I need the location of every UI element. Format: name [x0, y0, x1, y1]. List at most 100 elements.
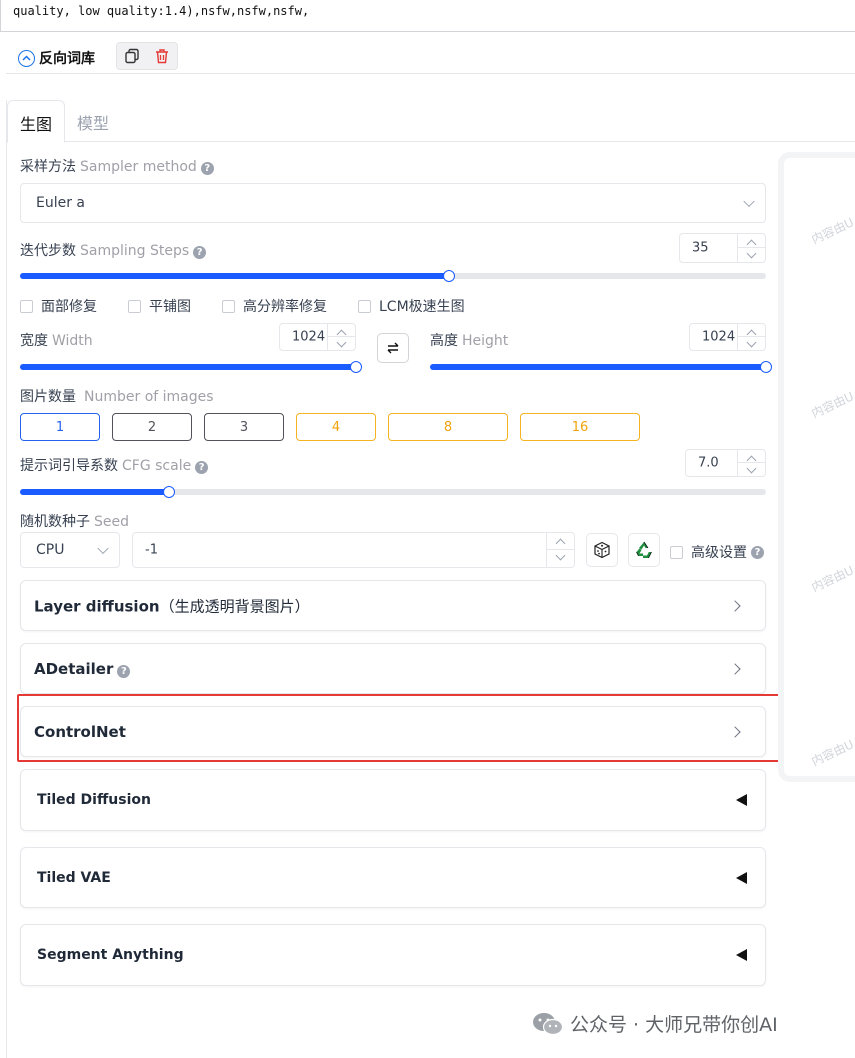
- help-icon[interactable]: ?: [117, 664, 131, 678]
- checkbox[interactable]: [222, 299, 235, 313]
- copy-icon[interactable]: [124, 48, 140, 64]
- width-slider-thumb[interactable]: [350, 361, 362, 373]
- output-preview-card: 内容由U 内容由U 内容由U 内容由U: [778, 152, 855, 782]
- accordion-title: Tiled Diffusion: [37, 792, 151, 808]
- width-stepper[interactable]: [327, 324, 356, 350]
- tab-strip: 生图 模型: [7, 100, 855, 143]
- triangle-left-icon: [736, 794, 747, 806]
- steps-stepper[interactable]: [737, 234, 766, 262]
- height-label: 高度 Height: [430, 330, 508, 350]
- swap-dimensions-button[interactable]: [377, 333, 409, 363]
- accordion-title-main: ADetailer: [34, 659, 114, 678]
- steps-label: 迭代步数 Sampling Steps?: [20, 240, 207, 260]
- width-input[interactable]: 1024: [279, 323, 356, 351]
- image-count-option[interactable]: 2: [112, 413, 192, 441]
- image-count-label-zh: 图片数量: [20, 389, 76, 405]
- prompt-textarea[interactable]: quality, low quality:1.4),nsfw,nsfw,nsfw…: [0, 0, 855, 32]
- steps-slider-thumb[interactable]: [442, 270, 455, 282]
- help-icon[interactable]: ?: [195, 461, 209, 474]
- seed-label-en: Seed: [94, 514, 129, 530]
- height-input[interactable]: 1024: [689, 323, 766, 351]
- accordion-tiled-diffusion[interactable]: Tiled Diffusion: [20, 769, 766, 831]
- steps-label-en: Sampling Steps: [80, 243, 190, 259]
- seed-label-zh: 随机数种子: [20, 514, 90, 530]
- recycle-icon: [636, 541, 652, 559]
- chevron-up-icon: [18, 49, 35, 67]
- checkbox[interactable]: [128, 299, 141, 313]
- width-slider[interactable]: [20, 361, 362, 373]
- triangle-left-icon: [736, 949, 747, 961]
- reverse-prompt-label: 反向词库: [39, 51, 95, 67]
- height-slider[interactable]: [430, 361, 772, 373]
- accordion-title: Segment Anything: [37, 947, 184, 963]
- height-stepper[interactable]: [737, 324, 766, 350]
- sampler-value: Euler a: [36, 195, 86, 211]
- image-count-option[interactable]: 1: [20, 413, 100, 441]
- checkbox[interactable]: [670, 545, 683, 559]
- cfg-label: 提示词引导系数 CFG scale?: [20, 455, 209, 475]
- generation-panel: 生图 模型 采样方法 Sampler method? Euler a 迭代步数 Sa…: [6, 100, 855, 1058]
- seed-device-value: CPU: [36, 542, 65, 558]
- width-slider-fill: [20, 364, 356, 370]
- image-count-label-en: Number of images: [84, 389, 214, 405]
- reverse-prompt-actions: [116, 42, 178, 70]
- reverse-prompt-toggle[interactable]: 反向词库: [18, 48, 95, 68]
- accordion-layer-diffusion[interactable]: Layer diffusion（生成透明背景图片）: [20, 580, 766, 631]
- cfg-stepper[interactable]: [737, 450, 766, 476]
- reverse-prompt-row: 反向词库: [6, 38, 855, 74]
- cfg-input[interactable]: 7.0: [685, 449, 766, 477]
- image-count-option[interactable]: 16: [520, 413, 640, 441]
- trash-icon[interactable]: [154, 48, 170, 64]
- cfg-slider-thumb[interactable]: [163, 486, 176, 498]
- height-slider-thumb[interactable]: [760, 361, 772, 373]
- accordion-tiled-vae[interactable]: Tiled VAE: [20, 847, 766, 908]
- tab-model[interactable]: 模型: [65, 100, 121, 142]
- accordion-title: Tiled VAE: [37, 869, 111, 886]
- accordion-adetailer[interactable]: ADetailer?: [20, 643, 766, 694]
- height-label-en: Height: [462, 333, 509, 349]
- chevron-right-icon: [729, 599, 741, 612]
- watermark-text: 内容由U: [809, 563, 855, 595]
- image-count-option[interactable]: 8: [388, 413, 508, 441]
- accordion-segment-anything[interactable]: Segment Anything: [20, 924, 766, 986]
- checkbox[interactable]: [358, 299, 371, 313]
- steps-slider[interactable]: [20, 270, 766, 282]
- option-hires-fix[interactable]: 高分辨率修复: [222, 296, 327, 316]
- accordion-controlnet[interactable]: ControlNet: [20, 706, 766, 757]
- advanced-settings-label: 高级设置: [691, 545, 747, 561]
- swap-icon: [387, 342, 399, 354]
- seed-device-select[interactable]: CPU: [20, 532, 120, 568]
- help-icon[interactable]: ?: [193, 246, 207, 259]
- image-count-option[interactable]: 4: [296, 413, 376, 441]
- seed-input[interactable]: -1: [132, 532, 575, 568]
- image-count-option[interactable]: 3: [204, 413, 284, 441]
- seed-stepper[interactable]: [546, 533, 575, 567]
- tab-generate[interactable]: 生图: [7, 100, 65, 143]
- steps-input[interactable]: 35: [679, 233, 766, 263]
- width-label: 宽度 Width: [20, 330, 93, 350]
- reuse-seed-button[interactable]: [628, 533, 660, 567]
- random-seed-button[interactable]: [586, 533, 618, 567]
- accordion-title: ADetailer?: [34, 659, 131, 678]
- option-tiling[interactable]: 平铺图: [128, 296, 191, 316]
- advanced-settings[interactable]: 高级设置?: [670, 542, 764, 562]
- accordion-title-main: Layer diffusion: [34, 597, 160, 615]
- watermark-text: 内容由U: [809, 215, 855, 247]
- cfg-label-en: CFG scale: [122, 458, 192, 474]
- width-label-zh: 宽度: [20, 333, 48, 349]
- option-face-restore[interactable]: 面部修复: [20, 296, 97, 316]
- accordion-title-sub: （生成透明背景图片）: [159, 597, 310, 615]
- cfg-slider-fill: [20, 489, 170, 495]
- width-value: 1024: [292, 329, 326, 345]
- cfg-label-zh: 提示词引导系数: [20, 458, 118, 474]
- image-count-label: 图片数量 Number of images: [20, 386, 214, 406]
- steps-label-zh: 迭代步数: [20, 243, 76, 259]
- option-label: 面部修复: [41, 299, 97, 315]
- option-lcm[interactable]: LCM极速生图: [358, 296, 465, 316]
- sampler-select[interactable]: Euler a: [20, 183, 766, 223]
- checkbox[interactable]: [20, 299, 33, 313]
- cfg-slider[interactable]: [20, 486, 766, 498]
- chevron-down-icon: [97, 542, 109, 555]
- help-icon[interactable]: ?: [751, 545, 764, 559]
- help-icon[interactable]: ?: [200, 162, 214, 175]
